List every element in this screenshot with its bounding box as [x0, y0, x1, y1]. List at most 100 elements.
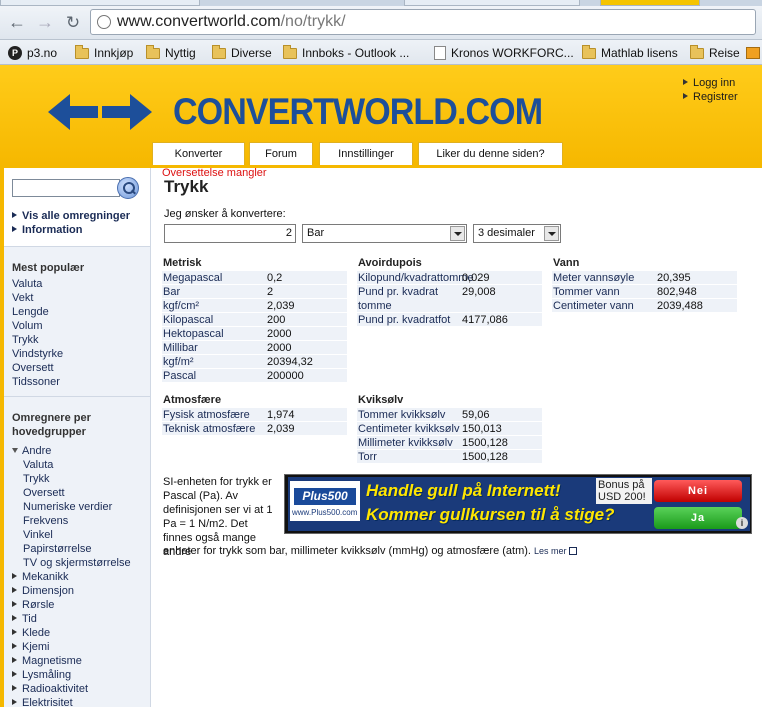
search-input[interactable]: [12, 179, 120, 197]
popular-item[interactable]: Valuta: [12, 277, 42, 291]
group-collapsed[interactable]: Lysmåling: [12, 668, 71, 682]
popular-item[interactable]: Oversett: [12, 361, 54, 375]
popular-section: Mest populær Valuta Vekt Lengde Volum Tr…: [4, 246, 150, 396]
triangle-icon: [12, 671, 17, 677]
bookmark-folder[interactable]: Nyttig: [146, 44, 196, 62]
group-item[interactable]: Trykk: [23, 472, 49, 486]
result-row: kgf/m² 20394,32: [162, 355, 347, 369]
result-row: kgf/cm² 2,039: [162, 299, 347, 313]
group-title: Avoirdupois: [358, 257, 422, 269]
popular-item[interactable]: Volum: [12, 319, 43, 333]
browser-toolbar: ← → ↻ www.convertworld.com/no/trykk/: [0, 0, 762, 40]
ad-logo: Plus500 www.Plus500.com: [290, 481, 360, 521]
group-item[interactable]: Oversett: [23, 486, 65, 500]
auth-links: Logg inn Registrer: [683, 76, 738, 104]
group-item[interactable]: Vinkel: [23, 528, 53, 542]
caret-down-icon: [12, 448, 18, 453]
bookmark-folder[interactable]: Innboks - Outlook ...: [283, 44, 409, 62]
site-header: CONVERTWORLD.COM Logg inn Registrer Konv…: [0, 65, 762, 165]
bookmark-folder[interactable]: Reise: [690, 44, 740, 62]
group-collapsed[interactable]: Klede: [12, 626, 50, 640]
main-content: Oversettelse mangler Trykk Jeg ønsker å …: [150, 167, 762, 707]
group-collapsed[interactable]: Magnetisme: [12, 654, 82, 668]
group-item[interactable]: Frekvens: [23, 514, 68, 528]
bookmark-item[interactable]: Pp3.no: [8, 44, 57, 62]
groups-section: Omregnere per hovedgrupper Andre Valuta …: [4, 396, 150, 707]
triangle-icon: [12, 615, 17, 621]
menu-convert[interactable]: Konverter: [152, 142, 245, 165]
groups-heading: Omregnere per hovedgrupper: [12, 412, 91, 438]
group-collapsed[interactable]: Radioaktivitet: [12, 682, 88, 696]
result-row: Fysisk atmosfære 1,974: [162, 408, 347, 422]
convert-lead: Jeg ønsker å konvertere:: [164, 208, 286, 220]
information-link[interactable]: Information: [12, 224, 83, 236]
info-icon[interactable]: i: [736, 517, 748, 529]
group-title: Atmosfære: [163, 394, 222, 406]
group-collapsed[interactable]: Tid: [12, 612, 37, 626]
group-collapsed[interactable]: Dimensjon: [12, 584, 74, 598]
menu-settings[interactable]: Innstillinger: [319, 142, 413, 165]
group-collapsed[interactable]: Mekanikk: [12, 570, 68, 584]
popular-item[interactable]: Vindstyrke: [12, 347, 63, 361]
folder-icon: [146, 44, 160, 59]
group-collapsed[interactable]: Kjemi: [12, 640, 50, 654]
result-row: Torr 1500,128: [357, 450, 542, 464]
browser-tab[interactable]: [0, 0, 200, 6]
triangle-icon: [12, 699, 17, 705]
menu-forum[interactable]: Forum: [249, 142, 313, 165]
decimals-select[interactable]: 3 desimaler: [473, 224, 561, 243]
address-bar[interactable]: www.convertworld.com/no/trykk/: [90, 9, 756, 35]
group-andre[interactable]: Andre: [12, 444, 51, 458]
read-more-link[interactable]: Les mer: [534, 546, 577, 556]
reload-icon[interactable]: ↻: [62, 11, 84, 33]
result-row: Tommer kvikksølv 59,06: [357, 408, 542, 422]
site-logo[interactable]: CONVERTWORLD.COM: [173, 91, 543, 133]
url-text: www.convertworld.com/no/trykk/: [117, 13, 346, 30]
back-icon[interactable]: ←: [6, 11, 28, 33]
show-all-link[interactable]: Vis alle omregninger: [12, 210, 130, 222]
group-collapsed[interactable]: Elektrisitet: [12, 696, 73, 707]
bookmark-folder[interactable]: Mathlab lisens: [582, 44, 678, 62]
register-link[interactable]: Registrer: [683, 90, 738, 104]
forward-icon[interactable]: →: [34, 11, 56, 33]
triangle-icon: [12, 573, 17, 579]
external-link-icon: [568, 547, 577, 555]
extension-icon[interactable]: [746, 44, 760, 62]
group-item[interactable]: Valuta: [23, 458, 53, 472]
ad-no-button[interactable]: Nei: [654, 480, 742, 502]
result-row: Centimeter vann 2039,488: [552, 299, 737, 313]
value-input[interactable]: 2: [164, 224, 296, 243]
result-row: Centimeter kvikksølv 150,013: [357, 422, 542, 436]
result-row: Teknisk atmosfære 2,039: [162, 422, 347, 436]
bookmarks-bar: Pp3.no Innkjøp Nyttig Diverse Innboks - …: [0, 40, 762, 65]
triangle-icon: [12, 587, 17, 593]
search-icon[interactable]: [117, 177, 139, 199]
browser-tab[interactable]: [404, 0, 580, 6]
unit-select[interactable]: Bar: [302, 224, 467, 243]
menu-like[interactable]: Liker du denne siden?: [418, 142, 563, 165]
bookmark-folder[interactable]: Innkjøp: [75, 44, 133, 62]
triangle-icon: [683, 79, 688, 85]
ad-yes-button[interactable]: Ja: [654, 507, 742, 529]
chevron-down-icon: [544, 226, 559, 241]
page-icon: [97, 15, 111, 29]
group-item[interactable]: TV og skjermstørrelse: [23, 556, 131, 570]
triangle-icon: [12, 212, 17, 218]
browser-tab[interactable]: [600, 0, 700, 6]
bookmark-item[interactable]: Kronos WORKFORC...: [434, 44, 574, 62]
popular-item[interactable]: Vekt: [12, 291, 33, 305]
group-item[interactable]: Numeriske verdier: [23, 500, 112, 514]
result-row: Millimeter kvikksølv 1500,128: [357, 436, 542, 450]
popular-item[interactable]: Lengde: [12, 305, 49, 319]
login-link[interactable]: Logg inn: [683, 76, 738, 90]
group-item[interactable]: Papirstørrelse: [23, 542, 91, 556]
popular-item[interactable]: Tidssoner: [12, 375, 60, 389]
bookmark-folder[interactable]: Diverse: [212, 44, 272, 62]
result-row: Pund pr. kvadratfot 4177,086: [357, 313, 542, 327]
p3-icon: P: [8, 46, 22, 60]
popular-item[interactable]: Trykk: [12, 333, 38, 347]
advertisement-banner[interactable]: Plus500 www.Plus500.com Handle gull på I…: [284, 474, 752, 534]
page-icon: [434, 46, 446, 60]
result-row: Megapascal 0,2: [162, 271, 347, 285]
group-collapsed[interactable]: Rørsle: [12, 598, 54, 612]
